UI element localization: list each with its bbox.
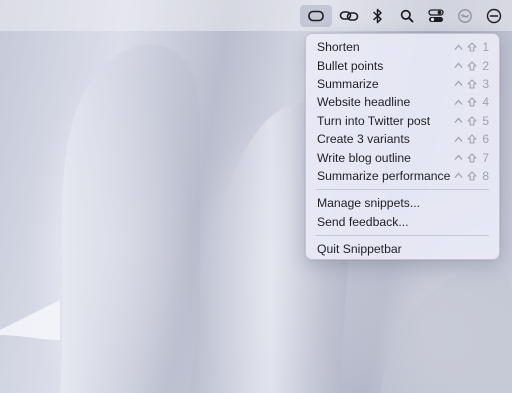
control-key-icon — [454, 80, 463, 87]
menu-separator — [316, 189, 489, 191]
menu-item-label: Manage snippets... — [317, 196, 420, 211]
keyboard-shortcut: 6 — [454, 132, 489, 146]
shift-key-icon — [467, 97, 477, 107]
menu-item-label: Summarize — [317, 76, 379, 91]
menu-bar — [0, 0, 512, 31]
menu-item-website-headline[interactable]: Website headline 4 — [311, 93, 494, 111]
menu-item-summarize[interactable]: Summarize 3 — [311, 75, 494, 93]
menu-item-label: Bullet points — [317, 58, 384, 73]
snippetbar-icon[interactable] — [300, 5, 332, 27]
desktop: Shorten 1 Bullet points 2 Summarize 3 We… — [0, 0, 512, 393]
control-center-icon[interactable] — [424, 5, 448, 27]
shift-key-icon — [467, 116, 477, 126]
menu-item-send-feedback[interactable]: Send feedback... — [311, 213, 494, 231]
shift-key-icon — [467, 171, 477, 181]
shortcut-number: 5 — [482, 113, 489, 128]
keyboard-shortcut: 7 — [454, 151, 489, 165]
snippetbar-menu: Shorten 1 Bullet points 2 Summarize 3 We… — [305, 33, 500, 260]
menu-item-bullet-points[interactable]: Bullet points 2 — [311, 56, 494, 74]
control-key-icon — [454, 154, 463, 161]
menu-item-label: Summarize performance — [317, 168, 451, 183]
menu-item-label: Turn into Twitter post — [317, 113, 431, 128]
control-key-icon — [454, 136, 463, 143]
keyboard-shortcut: 5 — [454, 114, 489, 128]
shift-key-icon — [467, 134, 477, 144]
menu-item-label: Quit Snippetbar — [317, 242, 402, 257]
keyboard-shortcut: 2 — [454, 59, 489, 73]
bluetooth-icon[interactable] — [366, 5, 390, 27]
menu-bar-icons — [300, 4, 506, 28]
menu-item-label: Write blog outline — [317, 150, 411, 165]
siri-icon[interactable] — [453, 5, 477, 27]
shift-key-icon — [467, 79, 477, 89]
link-icon[interactable] — [337, 5, 361, 27]
shortcut-number: 2 — [482, 58, 489, 73]
shortcut-number: 7 — [482, 150, 489, 165]
keyboard-shortcut: 3 — [454, 77, 489, 91]
shift-key-icon — [467, 61, 477, 71]
control-key-icon — [454, 99, 463, 106]
shortcut-number: 8 — [482, 168, 489, 183]
keyboard-shortcut: 1 — [454, 40, 489, 54]
shift-key-icon — [467, 42, 477, 52]
menu-item-manage-snippets[interactable]: Manage snippets... — [311, 194, 494, 212]
control-key-icon — [454, 62, 463, 69]
search-icon[interactable] — [395, 5, 419, 27]
control-key-icon — [454, 172, 463, 179]
shortcut-number: 3 — [482, 76, 489, 91]
menu-item-label: Send feedback... — [317, 214, 409, 229]
menu-item-quit[interactable]: Quit Snippetbar — [311, 240, 494, 258]
menu-item-label: Shorten — [317, 40, 360, 55]
menu-item-label: Create 3 variants — [317, 132, 410, 147]
menu-item-create-variants[interactable]: Create 3 variants 6 — [311, 130, 494, 148]
keyboard-shortcut: 4 — [454, 95, 489, 109]
menu-item-shorten[interactable]: Shorten 1 — [311, 38, 494, 56]
shortcut-number: 6 — [482, 132, 489, 147]
shift-key-icon — [467, 152, 477, 163]
focus-icon[interactable] — [482, 5, 506, 27]
control-key-icon — [454, 117, 463, 124]
menu-item-label: Website headline — [317, 95, 411, 110]
control-key-icon — [454, 44, 463, 51]
shortcut-number: 4 — [482, 95, 489, 110]
menu-item-summarize-performance[interactable]: Summarize performance 8 — [311, 167, 494, 185]
keyboard-shortcut: 8 — [454, 169, 489, 183]
menu-separator — [316, 234, 489, 236]
shortcut-number: 1 — [482, 40, 489, 55]
menu-item-twitter-post[interactable]: Turn into Twitter post 5 — [311, 112, 494, 130]
menu-item-blog-outline[interactable]: Write blog outline 7 — [311, 148, 494, 166]
